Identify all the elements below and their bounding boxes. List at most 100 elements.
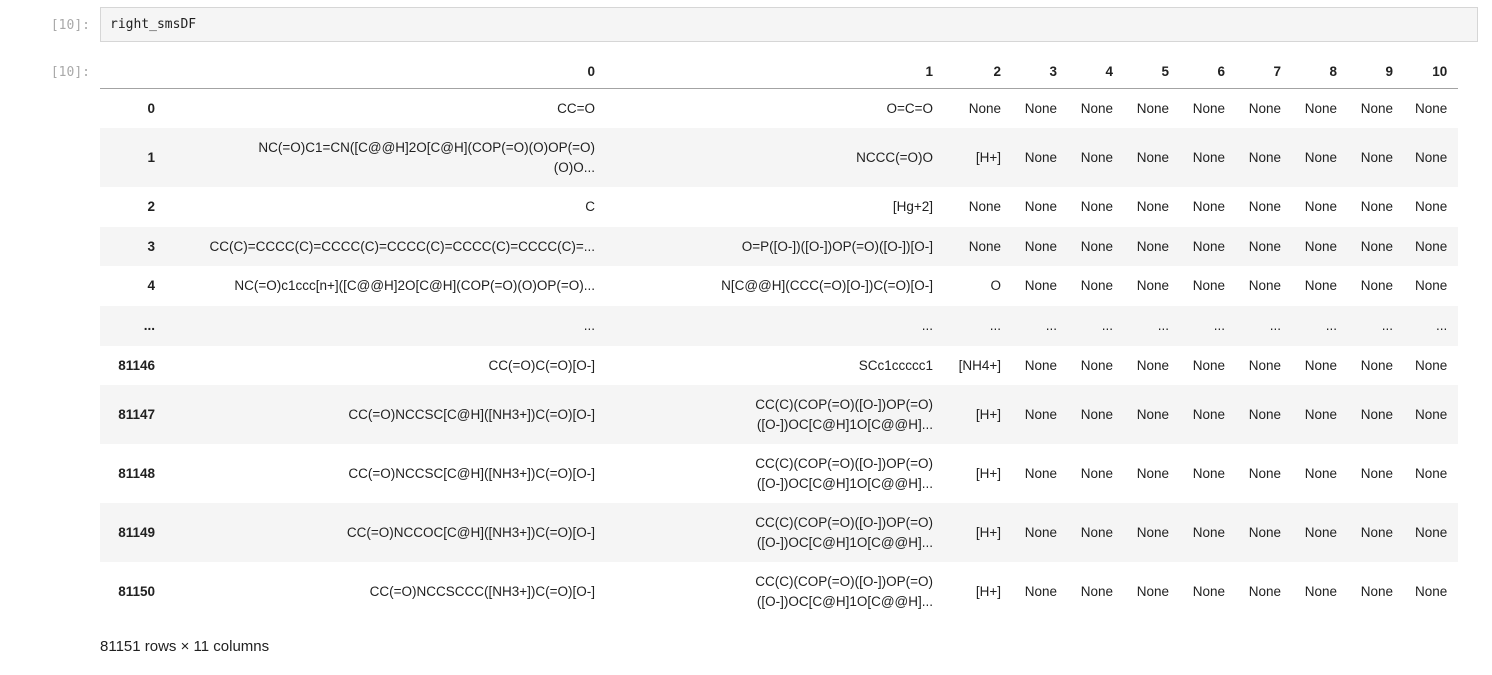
- table-cell: CC(C)(COP(=O)([O-])OP(=O) ([O-])OC[C@H]1…: [606, 444, 944, 503]
- table-row: 81148CC(=O)NCCSC[C@H]([NH3+])C(=O)[O-]CC…: [100, 444, 1458, 503]
- jupyter-notebook: [10]: right_smsDF [10]: 012345678910 0 CC…: [0, 0, 1492, 655]
- table-cell: CC(=O)NCCSCCC([NH3+])C(=O)[O-]: [166, 562, 606, 621]
- table-cell: None: [1292, 128, 1348, 187]
- table-cell: [H+]: [944, 385, 1012, 444]
- table-cell: ...: [1404, 306, 1458, 346]
- table-cell: [H+]: [944, 562, 1012, 621]
- table-cell: None: [1236, 266, 1292, 306]
- table-row: 81147CC(=O)NCCSC[C@H]([NH3+])C(=O)[O-]CC…: [100, 385, 1458, 444]
- table-cell: None: [1012, 227, 1068, 267]
- table-cell: None: [1236, 444, 1292, 503]
- table-cell: None: [1236, 128, 1292, 187]
- table-cell: None: [1404, 503, 1458, 562]
- table-cell: None: [1348, 88, 1404, 128]
- table-cell: CC(C)(COP(=O)([O-])OP(=O) ([O-])OC[C@H]1…: [606, 562, 944, 621]
- table-cell: None: [1124, 346, 1180, 386]
- table-cell: None: [1012, 503, 1068, 562]
- table-cell: O=P([O-])([O-])OP(=O)([O-])[O-]: [606, 227, 944, 267]
- table-cell: None: [1348, 266, 1404, 306]
- table-cell: None: [1292, 385, 1348, 444]
- table-cell: None: [1180, 88, 1236, 128]
- table-cell: None: [1180, 128, 1236, 187]
- row-index-label: 4: [100, 266, 166, 306]
- column-header-1: 1: [606, 56, 944, 88]
- table-cell: None: [1292, 187, 1348, 227]
- code-cell-output-row: [10]: 012345678910 0CC=OO=C=ONoneNoneNon…: [0, 56, 1492, 655]
- output-execution-prompt: [10]:: [0, 56, 100, 82]
- table-cell: None: [1180, 444, 1236, 503]
- table-row: 3CC(C)=CCCC(C)=CCCC(C)=CCCC(C)=CCCC(C)=C…: [100, 227, 1458, 267]
- table-cell: CC(=O)NCCSC[C@H]([NH3+])C(=O)[O-]: [166, 444, 606, 503]
- table-cell: None: [1124, 187, 1180, 227]
- table-cell: None: [1348, 187, 1404, 227]
- table-cell: None: [1404, 128, 1458, 187]
- table-cell: None: [1236, 187, 1292, 227]
- table-cell: [H+]: [944, 444, 1012, 503]
- table-row: 81150CC(=O)NCCSCCC([NH3+])C(=O)[O-]CC(C)…: [100, 562, 1458, 621]
- table-cell: None: [1180, 266, 1236, 306]
- table-cell: [H+]: [944, 128, 1012, 187]
- table-cell: ...: [1292, 306, 1348, 346]
- table-cell: None: [944, 88, 1012, 128]
- table-cell: None: [1068, 227, 1124, 267]
- dataframe-body: 0CC=OO=C=ONoneNoneNoneNoneNoneNoneNoneNo…: [100, 88, 1458, 622]
- input-execution-prompt: [10]:: [0, 7, 100, 35]
- table-cell: None: [1012, 444, 1068, 503]
- table-cell: [H+]: [944, 503, 1012, 562]
- table-cell: N[C@@H](CCC(=O)[O-])C(=O)[O-]: [606, 266, 944, 306]
- table-cell: CC(=O)NCCOC[C@H]([NH3+])C(=O)[O-]: [166, 503, 606, 562]
- table-cell: None: [1068, 385, 1124, 444]
- code-text[interactable]: right_smsDF: [110, 17, 196, 32]
- row-index-label: ...: [100, 306, 166, 346]
- row-index-label: 81147: [100, 385, 166, 444]
- table-cell: None: [1180, 562, 1236, 621]
- table-cell: O=C=O: [606, 88, 944, 128]
- code-cell-input-row: [10]: right_smsDF: [0, 7, 1492, 42]
- table-cell: None: [1292, 266, 1348, 306]
- table-cell: ...: [1068, 306, 1124, 346]
- table-cell: None: [1124, 266, 1180, 306]
- column-header-5: 5: [1124, 56, 1180, 88]
- column-header-8: 8: [1292, 56, 1348, 88]
- column-header-0: 0: [166, 56, 606, 88]
- table-cell: None: [1292, 503, 1348, 562]
- table-cell: None: [1012, 385, 1068, 444]
- column-header-3: 3: [1012, 56, 1068, 88]
- column-header-4: 4: [1068, 56, 1124, 88]
- table-row: 0CC=OO=C=ONoneNoneNoneNoneNoneNoneNoneNo…: [100, 88, 1458, 128]
- table-cell: NC(=O)C1=CN([C@@H]2O[C@H](COP(=O)(O)OP(=…: [166, 128, 606, 187]
- table-cell: None: [1236, 385, 1292, 444]
- table-cell: None: [1012, 128, 1068, 187]
- table-cell: None: [1068, 444, 1124, 503]
- table-cell: [Hg+2]: [606, 187, 944, 227]
- table-row: 4NC(=O)c1ccc[n+]([C@@H]2O[C@H](COP(=O)(O…: [100, 266, 1458, 306]
- table-cell: None: [1348, 385, 1404, 444]
- table-cell: O: [944, 266, 1012, 306]
- table-cell: None: [1404, 346, 1458, 386]
- code-editor[interactable]: right_smsDF: [100, 7, 1478, 42]
- table-cell: [NH4+]: [944, 346, 1012, 386]
- table-cell: ...: [1348, 306, 1404, 346]
- table-cell: ...: [1012, 306, 1068, 346]
- table-cell: CC(=O)C(=O)[O-]: [166, 346, 606, 386]
- table-cell: None: [1124, 227, 1180, 267]
- table-cell: None: [1124, 128, 1180, 187]
- table-row: 81149CC(=O)NCCOC[C@H]([NH3+])C(=O)[O-]CC…: [100, 503, 1458, 562]
- table-cell: CC(=O)NCCSC[C@H]([NH3+])C(=O)[O-]: [166, 385, 606, 444]
- table-cell: ...: [606, 306, 944, 346]
- table-row: 2C[Hg+2]NoneNoneNoneNoneNoneNoneNoneNone…: [100, 187, 1458, 227]
- row-index-label: 81150: [100, 562, 166, 621]
- table-cell: None: [1068, 503, 1124, 562]
- table-row: ....................................: [100, 306, 1458, 346]
- table-cell: NC(=O)c1ccc[n+]([C@@H]2O[C@H](COP(=O)(O)…: [166, 266, 606, 306]
- table-cell: None: [1068, 346, 1124, 386]
- table-cell: None: [1348, 444, 1404, 503]
- table-cell: None: [1292, 227, 1348, 267]
- table-cell: None: [1068, 128, 1124, 187]
- header-row: 012345678910: [100, 56, 1458, 88]
- table-cell: None: [1068, 187, 1124, 227]
- table-cell: None: [1292, 444, 1348, 503]
- table-cell: None: [1124, 444, 1180, 503]
- row-index-label: 2: [100, 187, 166, 227]
- table-cell: None: [1236, 227, 1292, 267]
